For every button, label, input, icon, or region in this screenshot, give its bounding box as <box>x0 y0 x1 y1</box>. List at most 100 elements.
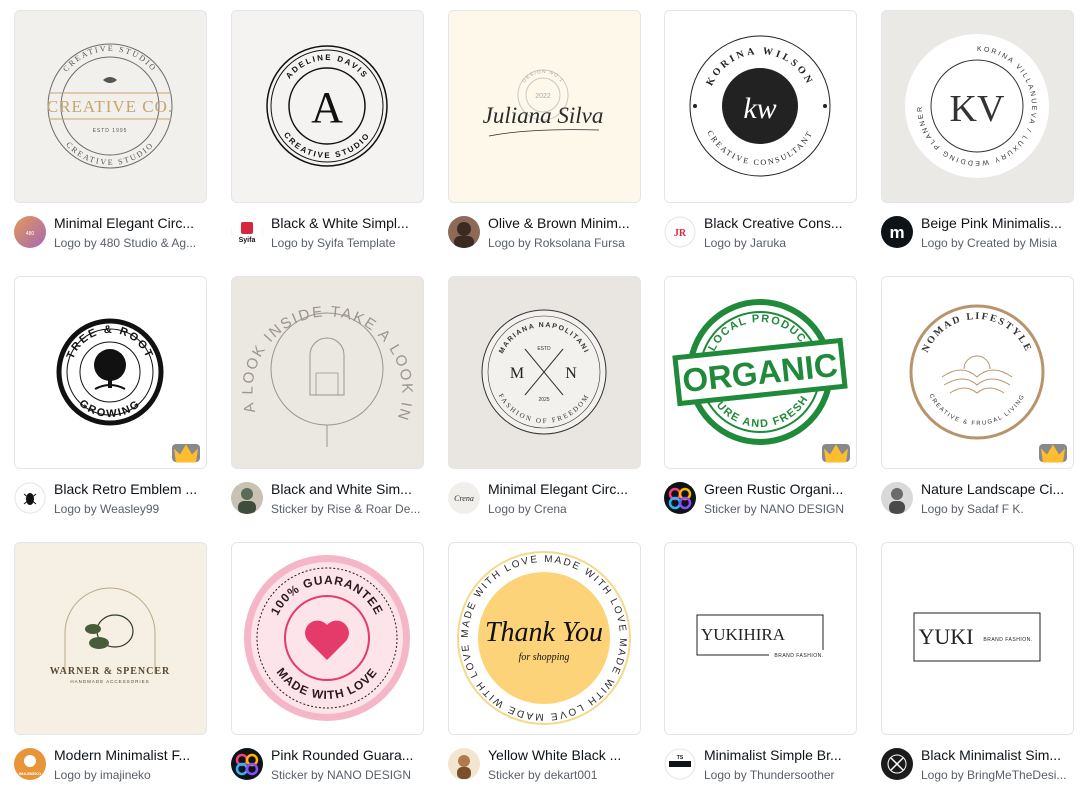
svg-text:JR: JR <box>674 228 687 239</box>
template-thumbnail[interactable]: 100% GUARANTEE MADE WITH LOVE <box>231 542 424 735</box>
creator-avatar[interactable]: Crena <box>448 482 480 514</box>
template-title[interactable]: Minimal Elegant Circ... <box>488 480 641 498</box>
template-meta: m Beige Pink Minimalis... Logo by Create… <box>881 214 1074 258</box>
mariana-napolitani-logo: MARIANA NAPOLITANI FASHION OF FREEDOM ES… <box>481 309 607 435</box>
template-author: Sticker by Rise & Roar De... <box>271 502 421 516</box>
pink-guarantee-sticker: 100% GUARANTEE MADE WITH LOVE <box>244 555 410 721</box>
template-thumbnail[interactable]: NOMAD LIFESTYLE CREATIVE & FRUGAL LIVING <box>881 276 1074 469</box>
template-card[interactable]: TREE & ROOT GROWING Black Retro Emblem .… <box>14 276 207 526</box>
svg-text:Thank You: Thank You <box>485 617 603 648</box>
template-thumbnail[interactable]: LOCAL PRODUCE PURE AND FRESH ORGANIC <box>664 276 857 469</box>
adeline-davis-logo: ADELINE DAVIS CREATIVE STUDIO A <box>266 45 388 167</box>
creator-avatar[interactable] <box>231 482 263 514</box>
creator-avatar[interactable]: TS <box>664 748 696 780</box>
template-thumbnail[interactable]: YUKIHIRA BRAND FASHION. <box>664 542 857 735</box>
template-meta: Black Retro Emblem ... Logo by Weasley99 <box>14 480 207 524</box>
template-meta: IMAJINEKO Modern Minimalist F... Logo by… <box>14 746 207 790</box>
template-author: Logo by imajineko <box>54 768 151 782</box>
template-thumbnail[interactable]: DESIGN NO.1 2022 Juliana Silva <box>448 10 641 203</box>
creator-avatar[interactable] <box>881 482 913 514</box>
template-title[interactable]: Black Minimalist Sim... <box>921 746 1074 764</box>
korina-wilson-logo: KORINA WILSON CREATIVE CONSULTANT kw <box>689 35 831 177</box>
template-author: Logo by Sadaf F K. <box>921 502 1024 516</box>
template-thumbnail[interactable]: CREATIVE STUDIO CREATIVE STUDIO CREATIVE… <box>14 10 207 203</box>
svg-text:for shopping: for shopping <box>519 652 570 663</box>
template-thumbnail[interactable]: TAKE A LOOK INSIDE TAKE A LOOK INSIDE <box>231 276 424 469</box>
creator-avatar[interactable] <box>231 748 263 780</box>
template-thumbnail[interactable]: YUKI BRAND FASHION. <box>881 542 1074 735</box>
creator-avatar[interactable]: 480 <box>14 216 46 248</box>
template-title[interactable]: Minimal Elegant Circ... <box>54 214 207 232</box>
premium-crown-icon <box>1039 444 1067 462</box>
template-card[interactable]: NOMAD LIFESTYLE CREATIVE & FRUGAL LIVING… <box>881 276 1074 526</box>
template-thumbnail[interactable]: KORINA WILSON CREATIVE CONSULTANT kw <box>664 10 857 203</box>
template-title[interactable]: Minimalist Simple Br... <box>704 746 857 764</box>
template-meta: JR Black Creative Cons... Logo by Jaruka <box>664 214 857 258</box>
template-author: Logo by Crena <box>488 502 567 516</box>
template-card[interactable]: WARNER & SPENCER HANDMADE ACCESSORIES IM… <box>14 542 207 792</box>
template-title[interactable]: Green Rustic Organi... <box>704 480 857 498</box>
template-thumbnail[interactable]: TREE & ROOT GROWING <box>14 276 207 469</box>
template-author: Logo by Thundersoother <box>704 768 835 782</box>
creator-avatar[interactable] <box>664 482 696 514</box>
template-card[interactable]: YUKI BRAND FASHION. Black Minimalist Sim… <box>881 542 1074 792</box>
template-card[interactable]: 100% GUARANTEE MADE WITH LOVE Pink Round… <box>231 542 424 792</box>
template-card[interactable]: KORINA WILSON CREATIVE CONSULTANT kw JR … <box>664 10 857 260</box>
template-title[interactable]: Nature Landscape Ci... <box>921 480 1074 498</box>
template-meta: Black and White Sim... Sticker by Rise &… <box>231 480 424 524</box>
template-author: Logo by Jaruka <box>704 236 787 250</box>
template-thumbnail[interactable]: MADE WITH LOVE MADE WITH LOVE MADE WITH … <box>448 542 641 735</box>
creator-avatar[interactable]: m <box>881 216 913 248</box>
warner-spencer-logo: WARNER & SPENCER HANDMADE ACCESSORIES <box>50 587 170 684</box>
svg-text:YUKIHIRA: YUKIHIRA <box>701 625 786 644</box>
creator-avatar[interactable]: IMAJINEKO <box>14 748 46 780</box>
svg-text:Syifa: Syifa <box>239 237 256 244</box>
template-author: Logo by 480 Studio & Ag... <box>54 236 197 250</box>
template-title[interactable]: Black Retro Emblem ... <box>54 480 207 498</box>
svg-text:NOMAD LIFESTYLE: NOMAD LIFESTYLE <box>920 311 1034 354</box>
svg-text:2022: 2022 <box>535 93 551 100</box>
template-card[interactable]: YUKIHIRA BRAND FASHION. TS Minimalist Si… <box>664 542 857 792</box>
template-meta: Crena Minimal Elegant Circ... Logo by Cr… <box>448 480 641 524</box>
premium-crown-icon <box>172 444 200 462</box>
creator-avatar[interactable] <box>14 482 46 514</box>
template-title[interactable]: Beige Pink Minimalis... <box>921 214 1074 232</box>
svg-text:m: m <box>889 223 904 242</box>
template-title[interactable]: Black & White Simpl... <box>271 214 424 232</box>
creator-avatar[interactable]: Syifa <box>231 216 263 248</box>
template-card[interactable]: CREATIVE STUDIO CREATIVE STUDIO CREATIVE… <box>14 10 207 260</box>
template-author: Logo by BringMeTheDesi... <box>921 768 1067 782</box>
template-card[interactable]: MADE WITH LOVE MADE WITH LOVE MADE WITH … <box>448 542 641 792</box>
template-card[interactable]: TAKE A LOOK INSIDE TAKE A LOOK INSIDE Bl… <box>231 276 424 526</box>
template-title[interactable]: Olive & Brown Minim... <box>488 214 641 232</box>
template-title[interactable]: Yellow White Black ... <box>488 746 641 764</box>
template-author: Logo by Created by Misia <box>921 236 1058 250</box>
template-thumbnail[interactable]: ADELINE DAVIS CREATIVE STUDIO A <box>231 10 424 203</box>
template-title[interactable]: Modern Minimalist F... <box>54 746 207 764</box>
creator-avatar[interactable]: JR <box>664 216 696 248</box>
template-card[interactable]: KORINA VILLANUEVA / LUXURY WEDDING PLANN… <box>881 10 1074 260</box>
svg-text:CREATIVE STUDIO: CREATIVE STUDIO <box>64 140 156 167</box>
template-title[interactable]: Black Creative Cons... <box>704 214 857 232</box>
template-thumbnail[interactable]: MARIANA NAPOLITANI FASHION OF FREEDOM ES… <box>448 276 641 469</box>
take-a-look-sticker: TAKE A LOOK INSIDE TAKE A LOOK INSIDE <box>232 277 414 447</box>
svg-text:BRAND FASHION.: BRAND FASHION. <box>774 653 823 659</box>
creator-avatar[interactable] <box>448 216 480 248</box>
template-title[interactable]: Pink Rounded Guara... <box>271 746 424 764</box>
template-card[interactable]: DESIGN NO.1 2022 Juliana Silva Olive & B… <box>448 10 641 260</box>
template-thumbnail[interactable]: WARNER & SPENCER HANDMADE ACCESSORIES <box>14 542 207 735</box>
svg-text:WARNER & SPENCER: WARNER & SPENCER <box>50 666 170 677</box>
creator-avatar[interactable] <box>881 748 913 780</box>
svg-text:IMAJINEKO: IMAJINEKO <box>19 771 41 776</box>
template-card[interactable]: MARIANA NAPOLITANI FASHION OF FREEDOM ES… <box>448 276 641 526</box>
template-author: Logo by Roksolana Fursa <box>488 236 625 250</box>
svg-text:2025: 2025 <box>538 397 549 403</box>
template-thumbnail[interactable]: KORINA VILLANUEVA / LUXURY WEDDING PLANN… <box>881 10 1074 203</box>
template-title[interactable]: Black and White Sim... <box>271 480 424 498</box>
creator-avatar[interactable] <box>448 748 480 780</box>
kv-wedding-logo: KORINA VILLANUEVA / LUXURY WEDDING PLANN… <box>905 34 1049 178</box>
yuki-logo: YUKI BRAND FASHION. <box>913 612 1041 662</box>
template-card[interactable]: LOCAL PRODUCE PURE AND FRESH ORGANIC Gre… <box>664 276 857 526</box>
template-card[interactable]: ADELINE DAVIS CREATIVE STUDIO A Syifa Bl… <box>231 10 424 260</box>
template-meta: 480 Minimal Elegant Circ... Logo by 480 … <box>14 214 207 258</box>
